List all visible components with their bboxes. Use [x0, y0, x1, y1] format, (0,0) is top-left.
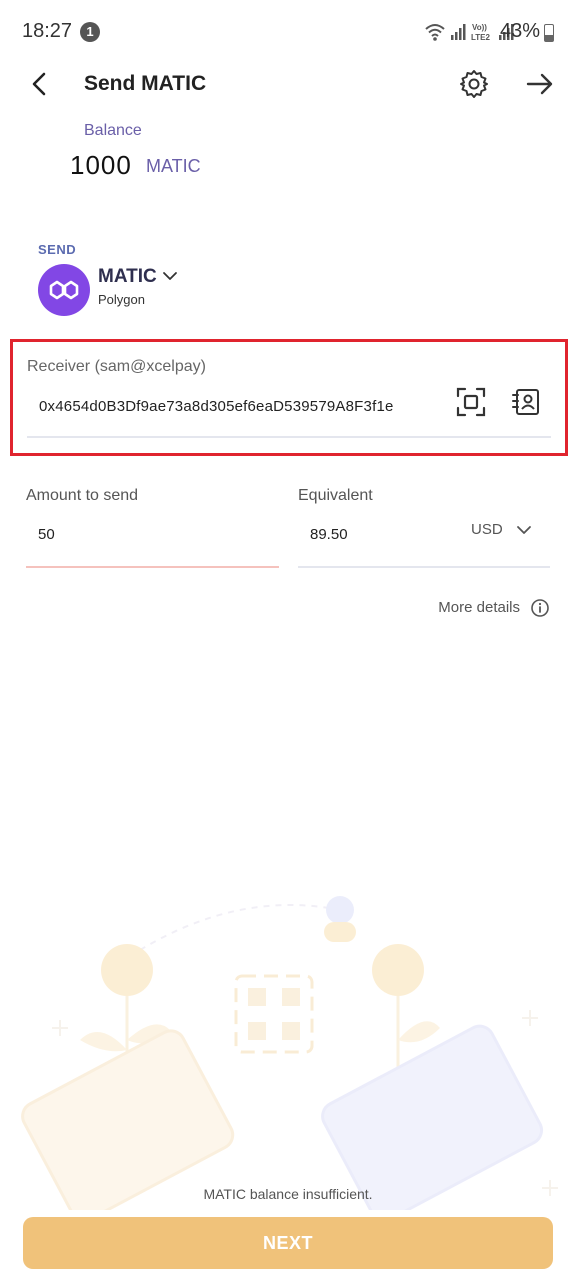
balance-unit: MATIC — [146, 156, 201, 176]
battery-percent: 43% — [499, 20, 540, 42]
forward-arrow-icon[interactable] — [524, 70, 556, 98]
receiver-label: Receiver (sam@xcelpay) — [27, 358, 206, 375]
coin-decoration — [324, 896, 356, 942]
back-arrow-icon[interactable] — [26, 70, 54, 98]
chevron-down-icon[interactable] — [515, 521, 533, 539]
equivalent-label: Equivalent — [298, 487, 373, 504]
more-details-link[interactable]: More details — [438, 599, 520, 616]
polygon-logo-icon — [49, 280, 79, 300]
token-network: Polygon — [98, 292, 145, 307]
qr-decoration — [234, 974, 314, 1054]
app-bar: Send MATIC — [0, 60, 576, 108]
battery-icon — [544, 24, 554, 42]
polygon-token-icon[interactable] — [38, 264, 90, 316]
amount-label: Amount to send — [26, 487, 139, 504]
phone-right-decoration — [321, 1024, 544, 1210]
info-icon[interactable] — [530, 598, 550, 618]
address-book-icon[interactable] — [510, 386, 542, 418]
status-time: 18:27 — [22, 20, 73, 42]
balance-amount: 1000 — [70, 150, 132, 180]
insufficient-balance-message: MATIC balance insufficient. — [203, 1186, 373, 1202]
equivalent-input[interactable]: 89.50 — [310, 526, 348, 543]
next-button[interactable]: NEXT — [23, 1217, 553, 1269]
receiver-field-highlight: Receiver (sam@xcelpay) 0x4654d0B3Df9ae73… — [10, 339, 568, 456]
qr-scan-icon[interactable] — [455, 386, 487, 418]
amount-input[interactable]: 50 — [38, 526, 55, 543]
volte-icon: Vo)) LTE2 — [471, 23, 491, 42]
token-symbol[interactable]: MATIC — [98, 266, 157, 288]
amount-underline — [26, 566, 279, 568]
balance-label: Balance — [84, 122, 142, 139]
wifi-icon — [425, 24, 445, 41]
page-title: Send MATIC — [84, 72, 207, 95]
phone-left-decoration — [21, 1029, 235, 1210]
equivalent-underline — [298, 566, 550, 568]
send-label: SEND — [38, 242, 77, 257]
gear-icon[interactable] — [458, 68, 490, 100]
status-bar: 18:27 1 Vo)) LTE2 43% — [0, 0, 576, 66]
receiver-address-input[interactable]: 0x4654d0B3Df9ae73a8d305ef6eaD539579A8F3f… — [39, 398, 394, 415]
svg-text:LTE2: LTE2 — [471, 33, 491, 42]
notification-badge: 1 — [80, 22, 100, 42]
chevron-down-icon[interactable] — [162, 268, 178, 284]
receiver-underline — [27, 436, 551, 438]
svg-text:Vo)): Vo)) — [472, 23, 487, 32]
send-illustration — [21, 896, 558, 1210]
currency-select[interactable]: USD — [471, 521, 503, 538]
signal-icon — [451, 24, 466, 40]
